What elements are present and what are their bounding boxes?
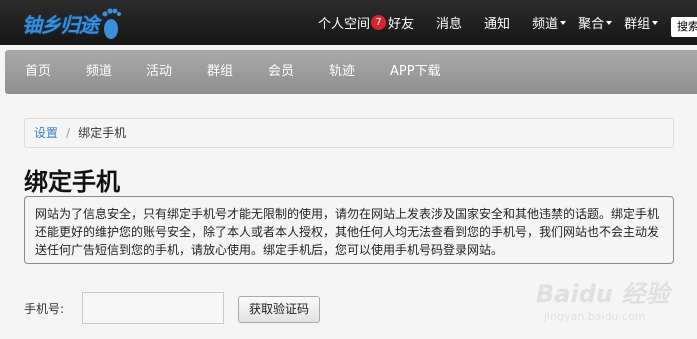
search-button[interactable]: 搜索 xyxy=(671,17,697,37)
watermark-main: Baidu 经验 xyxy=(536,280,670,308)
main-nav: 首页 频道 活动 群组 会员 轨迹 APP下载 xyxy=(5,50,697,94)
nav-item-tracks[interactable]: 轨迹 xyxy=(329,50,355,94)
footprint-icon xyxy=(102,8,122,39)
topnav-channels-label: 频道 xyxy=(532,17,559,32)
watermark: Baidu 经验 jingyan.baidu.com xyxy=(536,270,686,336)
topnav-friends[interactable]: 好友 xyxy=(388,13,414,32)
topnav-personal-space-label: 个人空间 xyxy=(318,17,371,32)
top-nav: 个人空间 7 好友 消息 通知 频道 聚合 群组 xyxy=(318,0,659,45)
nav-item-members[interactable]: 会员 xyxy=(268,50,294,94)
topnav-messages[interactable]: 消息 xyxy=(436,13,462,32)
phone-input[interactable] xyxy=(82,292,224,324)
watermark-sub: jingyan.baidu.com xyxy=(544,310,646,323)
nav-item-activities[interactable]: 活动 xyxy=(146,50,172,94)
topnav-personal-space[interactable]: 个人空间 7 xyxy=(318,13,388,32)
breadcrumb: 设置 / 绑定手机 xyxy=(24,118,674,148)
nav-item-channels[interactable]: 频道 xyxy=(86,50,112,94)
topnav-channels[interactable]: 频道 xyxy=(532,13,567,32)
nav-item-groups[interactable]: 群组 xyxy=(207,50,233,94)
site-logo[interactable]: 铀乡归途 xyxy=(22,4,124,42)
nav-item-home[interactable]: 首页 xyxy=(25,50,51,94)
breadcrumb-separator: / xyxy=(66,126,71,140)
topnav-notifications[interactable]: 通知 xyxy=(484,13,510,32)
topnav-aggregate[interactable]: 聚合 xyxy=(578,13,613,32)
breadcrumb-current: 绑定手机 xyxy=(78,126,127,140)
chevron-down-icon xyxy=(560,20,567,25)
top-bar: 铀乡归途 个人空间 7 好友 消息 通知 频道 聚合 群组 搜索 xyxy=(0,0,697,45)
phone-label: 手机号: xyxy=(24,302,65,316)
notice-box: 网站为了信息安全，只有绑定手机号才能无限制的使用，请勿在网站上发表涉及国家安全和… xyxy=(24,196,674,264)
notification-badge: 7 xyxy=(371,15,387,30)
topnav-aggregate-label: 聚合 xyxy=(578,17,605,32)
topnav-groups[interactable]: 群组 xyxy=(624,13,659,32)
chevron-down-icon xyxy=(652,20,659,25)
logo-text: 铀乡归途 xyxy=(22,12,99,37)
topnav-groups-label: 群组 xyxy=(624,17,651,32)
chevron-down-icon xyxy=(606,20,613,25)
get-code-button[interactable]: 获取验证码 xyxy=(238,296,320,323)
breadcrumb-settings-link[interactable]: 设置 xyxy=(34,126,58,140)
nav-item-app-download[interactable]: APP下载 xyxy=(390,50,441,94)
page-title: 绑定手机 xyxy=(24,168,120,196)
